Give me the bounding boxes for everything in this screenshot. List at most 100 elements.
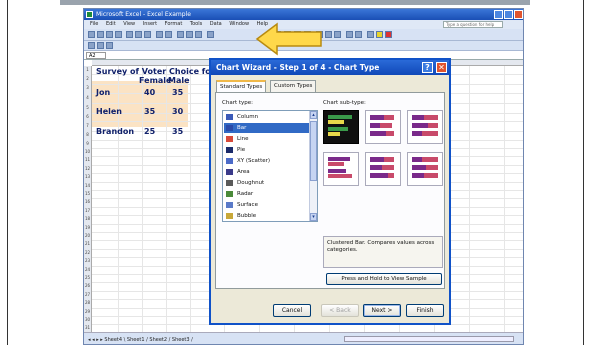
row-number[interactable]: 13 [84, 173, 92, 182]
open-icon[interactable] [97, 31, 104, 38]
toolbar-icon[interactable] [106, 42, 113, 49]
row-number[interactable]: 20 [84, 232, 92, 241]
menu-edit[interactable]: Edit [106, 21, 116, 27]
align-right-icon[interactable] [334, 31, 341, 38]
help-icon[interactable]: ? [422, 62, 433, 73]
row-number[interactable]: 27 [84, 290, 92, 300]
cell-jon-female[interactable]: 40 [144, 88, 155, 97]
chart-type-item[interactable]: XY (Scatter) [224, 156, 310, 166]
chart-type-item[interactable]: Bar [224, 123, 310, 133]
align-center-icon[interactable] [325, 31, 332, 38]
menu-view[interactable]: View [123, 21, 135, 27]
undo-icon[interactable] [156, 31, 163, 38]
row-number[interactable]: 4 [84, 92, 92, 103]
sheet-title-cell[interactable]: Survey of Voter Choice for [96, 67, 215, 76]
finish-button[interactable]: Finish [406, 304, 444, 317]
row-number[interactable]: 7 [84, 121, 92, 132]
row-number[interactable]: 29 [84, 307, 92, 316]
row-number[interactable]: 8 [84, 131, 92, 140]
chart-wizard-icon[interactable] [207, 31, 214, 38]
row-name-helen[interactable]: Helen [96, 107, 122, 116]
print-icon[interactable] [115, 31, 122, 38]
cell-brandon-female[interactable]: 25 [144, 127, 155, 136]
row-name-jon[interactable]: Jon [96, 88, 110, 97]
sheet-nav-arrows[interactable]: ◂ ◂ ▸ ▸ [88, 337, 104, 343]
fill-color-icon[interactable] [376, 31, 383, 38]
row-number[interactable]: 5 [84, 102, 92, 113]
cell-helen-female[interactable]: 35 [144, 107, 155, 116]
cancel-button[interactable]: Cancel [273, 304, 311, 317]
row-number[interactable]: 18 [84, 215, 92, 224]
subtype-3d-stacked-bar[interactable] [365, 152, 401, 186]
chart-type-item[interactable]: Area [224, 167, 310, 177]
row-number[interactable]: 15 [84, 190, 92, 199]
cut-icon[interactable] [126, 31, 133, 38]
row-number[interactable]: 19 [84, 223, 92, 232]
row-number[interactable]: 6 [84, 112, 92, 122]
new-icon[interactable] [88, 31, 95, 38]
close-button[interactable] [514, 10, 523, 19]
copy-icon[interactable] [135, 31, 142, 38]
currency-icon[interactable] [346, 31, 353, 38]
chart-type-item[interactable]: Radar [224, 189, 310, 199]
cell-jon-male[interactable]: 35 [172, 88, 183, 97]
borders-icon[interactable] [367, 31, 374, 38]
font-color-icon[interactable] [385, 31, 392, 38]
toolbar-icon[interactable] [97, 42, 104, 49]
menu-tools[interactable]: Tools [190, 21, 202, 27]
row-number[interactable]: 17 [84, 206, 92, 216]
chart-type-item[interactable]: Column [224, 112, 310, 122]
chart-type-item[interactable]: Surface [224, 200, 310, 210]
row-number[interactable]: 2 [84, 74, 92, 85]
press-hold-sample-button[interactable]: Press and Hold to View Sample [326, 273, 442, 285]
autosum-icon[interactable] [186, 31, 193, 38]
hyperlink-icon[interactable] [177, 31, 184, 38]
row-number[interactable]: 30 [84, 316, 92, 325]
row-number[interactable]: 26 [84, 282, 92, 291]
row-number[interactable]: 25 [84, 274, 92, 283]
back-button[interactable]: < Back [321, 304, 359, 317]
chart-type-item[interactable]: Bubble [224, 211, 310, 221]
name-box[interactable]: A2 [86, 52, 106, 59]
sheet-tabs[interactable]: Sheet4 \ Sheet1 / Sheet2 / Sheet3 / [104, 337, 192, 343]
sort-icon[interactable] [195, 31, 202, 38]
ask-question-input[interactable]: Type a question for help [443, 21, 503, 28]
subtype-100-stacked-bar[interactable] [407, 110, 443, 144]
cell-brandon-male[interactable]: 35 [172, 127, 183, 136]
minimize-button[interactable] [494, 10, 503, 19]
subtype-3d-100-stacked-bar[interactable] [407, 152, 443, 186]
row-number[interactable]: 21 [84, 240, 92, 249]
row-number[interactable]: 14 [84, 181, 92, 190]
row-number[interactable]: 11 [84, 156, 92, 165]
scroll-down-icon[interactable]: ▾ [310, 213, 317, 221]
menu-data[interactable]: Data [210, 21, 222, 27]
row-number[interactable]: 1 [84, 66, 92, 75]
header-female[interactable]: Female [139, 76, 171, 85]
menu-insert[interactable]: Insert [143, 21, 157, 27]
next-button[interactable]: Next > [363, 304, 401, 317]
row-number[interactable]: 16 [84, 198, 92, 207]
header-male[interactable]: Male [168, 76, 190, 85]
chart-type-item[interactable]: Pie [224, 145, 310, 155]
row-number[interactable]: 28 [84, 299, 92, 308]
row-number[interactable]: 10 [84, 148, 92, 157]
scroll-thumb[interactable] [310, 121, 317, 181]
row-number[interactable]: 9 [84, 139, 92, 148]
save-icon[interactable] [106, 31, 113, 38]
menu-file[interactable]: File [90, 21, 98, 27]
subtype-3d-clustered-bar[interactable] [323, 152, 359, 186]
subtype-clustered-bar[interactable] [323, 110, 359, 144]
menu-format[interactable]: Format [165, 21, 183, 27]
chart-type-scrollbar[interactable]: ▴ ▾ [309, 111, 317, 221]
horizontal-scrollbar[interactable] [344, 336, 514, 342]
scroll-up-icon[interactable]: ▴ [310, 111, 317, 119]
chart-type-list[interactable]: Bubble Surface Radar Doughnut Area XY (Scatte… [222, 110, 318, 222]
restore-button[interactable] [504, 10, 513, 19]
row-name-brandon[interactable]: Brandon [96, 127, 134, 136]
percent-icon[interactable] [355, 31, 362, 38]
row-number[interactable]: 23 [84, 257, 92, 266]
subtype-stacked-bar[interactable] [365, 110, 401, 144]
toolbar-icon[interactable] [88, 42, 95, 49]
row-number[interactable]: 3 [84, 84, 92, 93]
redo-icon[interactable] [165, 31, 172, 38]
